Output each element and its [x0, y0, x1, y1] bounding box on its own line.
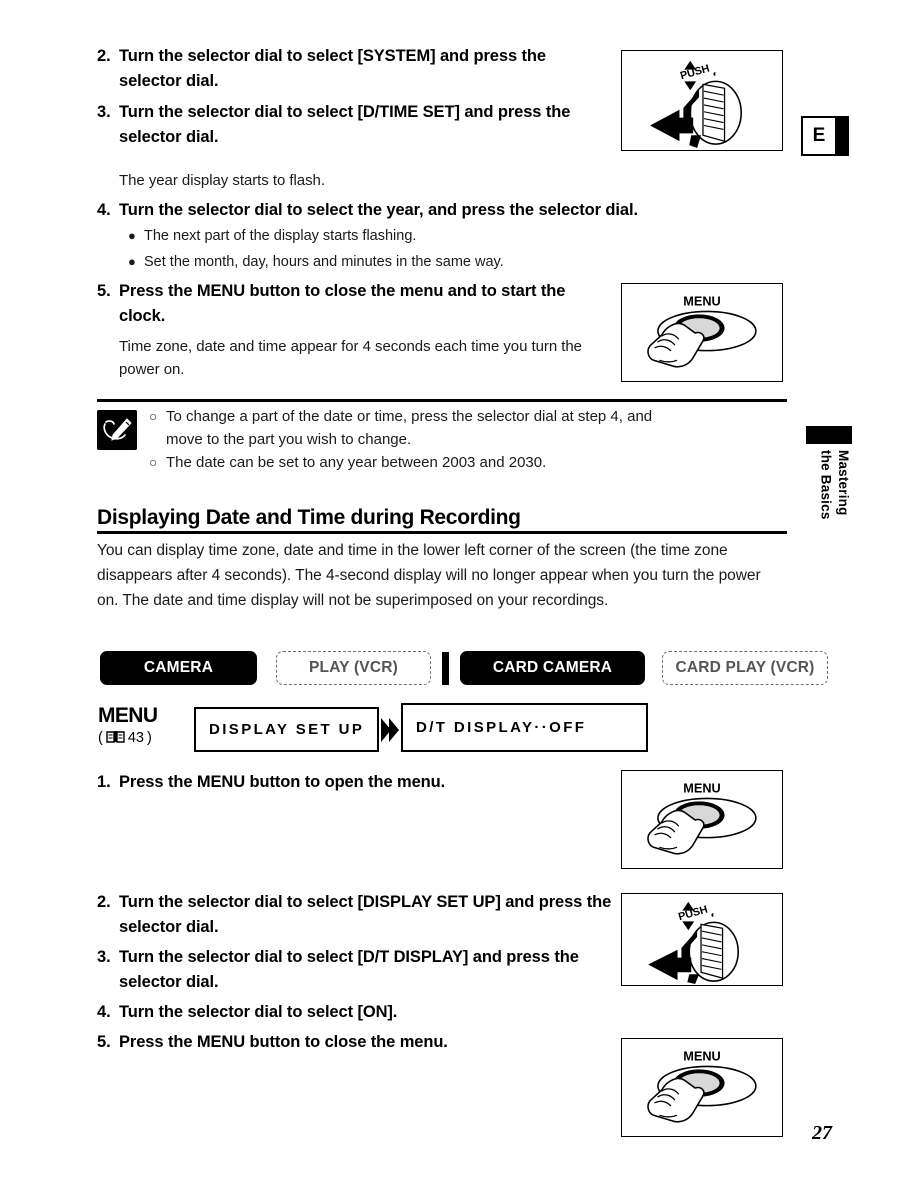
note-item-continuation: move to the part you wish to change.: [149, 429, 797, 452]
step-text: Turn the selector dial to select [DISPLA…: [119, 893, 612, 937]
step-text: Press the MENU button to open the menu.: [119, 773, 446, 791]
step-text: Turn the selector dial to select [ON].: [119, 1003, 398, 1022]
menu-path-row: MENU ( 43 ) DISPLAY SET UP D/T DISPLAY··…: [98, 703, 648, 752]
paren-close: ): [146, 730, 152, 746]
list-item: ● Set the month, day, hours and minutes …: [128, 252, 658, 274]
double-chevron-right-icon: [381, 717, 399, 742]
note-text: move to the part you wish to change.: [166, 430, 412, 448]
step-item: 3. Turn the selector dial to select [D/T…: [97, 100, 597, 150]
step-item: 3. Turn the selector dial to select [D/T…: [97, 945, 612, 995]
notes-lines: ○ To change a part of the date or time, …: [149, 406, 797, 474]
menu-word: MENU: [98, 704, 158, 727]
illustration-selector-dial: PUSH ◐: [621, 50, 783, 151]
menu-box-label: DISPLAY SET UP: [209, 721, 365, 738]
bottom-instruction-block: 2. Turn the selector dial to select [DIS…: [97, 890, 612, 1055]
mode-badge-label: CARD PLAY (VCR): [675, 659, 815, 676]
section-title: Displaying Date and Time during Recordin…: [97, 506, 521, 529]
step-text: Turn the selector dial to select [SYSTEM…: [119, 47, 546, 91]
svg-text:MENU: MENU: [683, 781, 720, 796]
notes-block: ○ To change a part of the date or time, …: [97, 406, 797, 474]
step4-bullet-list: ● The next part of the display starts fl…: [128, 226, 658, 274]
side-tab-bar: [806, 426, 852, 444]
mode-badge-card-camera: CARD CAMERA: [460, 651, 645, 685]
menu-path-arrow: [379, 707, 401, 752]
side-tab-label: Mastering the Basics: [818, 450, 851, 520]
note-item: ○ To change a part of the date or time, …: [149, 406, 797, 429]
mode-badge-label: CARD CAMERA: [492, 659, 613, 676]
mode-badge-label: PLAY (VCR): [309, 659, 398, 676]
note-text: The date can be set to any year between …: [166, 453, 547, 471]
step-number: 2.: [97, 47, 111, 65]
mode-badge-row: CAMERA PLAY (VCR) CARD CAMERA CARD PLAY …: [100, 651, 828, 685]
bullet-dot-icon: ●: [128, 228, 136, 243]
step-item: 1. Press the MENU button to open the men…: [97, 770, 617, 795]
step-number: 5.: [97, 1033, 111, 1052]
step-number: 4.: [97, 201, 111, 219]
step-item: 2. Turn the selector dial to select [DIS…: [97, 890, 612, 940]
menu-box-label: D/T DISPLAY··OFF: [416, 719, 587, 736]
top-instruction-block: 2. Turn the selector dial to select [SYS…: [97, 44, 597, 155]
page-number: 27: [812, 1122, 832, 1144]
illustration-menu-button: MENU: [621, 283, 783, 382]
menu-box-display-set-up: DISPLAY SET UP: [194, 707, 379, 752]
svg-text:◐: ◐: [713, 68, 718, 78]
language-tab-letter: E: [803, 118, 835, 154]
mode-badge-separator: [442, 651, 449, 685]
step-text: Turn the selector dial to select [D/TIME…: [119, 103, 571, 147]
svg-text:MENU: MENU: [683, 294, 720, 309]
mode-badge-label: CAMERA: [143, 659, 214, 676]
list-item-label: The next part of the display starts flas…: [144, 228, 417, 244]
bullet-dot-icon: ●: [128, 253, 136, 269]
step-number: 2.: [97, 893, 111, 911]
page-reference-number: 43: [127, 730, 144, 746]
menu-path-label: MENU ( 43 ): [98, 703, 194, 747]
illustration-menu-button-open: MENU: [621, 770, 783, 869]
open-book-icon: [106, 730, 125, 747]
circle-bullet-icon: ○: [149, 454, 158, 470]
menu-box-dt-display: D/T DISPLAY··OFF: [401, 703, 648, 752]
page-reference: ( 43 ): [98, 730, 194, 747]
section-heading: Displaying Date and Time during Recordin…: [97, 506, 787, 534]
mode-badge-camera: CAMERA: [100, 651, 257, 685]
svg-text:MENU: MENU: [683, 1049, 720, 1064]
step-text: Press the MENU button to close the menu.: [119, 1033, 448, 1052]
language-tab: E: [801, 116, 849, 156]
step-number: 3.: [97, 948, 111, 967]
circle-bullet-icon: ○: [149, 409, 158, 424]
step-number: 1.: [97, 773, 111, 791]
illustration-menu-button-close: MENU: [621, 1038, 783, 1137]
step-text: Press the MENU button to close the menu …: [119, 282, 566, 326]
paren-open: (: [98, 730, 103, 746]
svg-text:◐: ◐: [711, 909, 716, 919]
step-item: 4. Turn the selector dial to select [ON]…: [97, 1000, 612, 1025]
manual-page: 2. Turn the selector dial to select [SYS…: [0, 0, 918, 1188]
note-text: To change a part of the date or time, pr…: [166, 408, 653, 425]
note-item: ○ The date can be set to any year betwee…: [149, 452, 797, 475]
mode-badge-play-vcr: PLAY (VCR): [276, 651, 431, 685]
list-item: ● The next part of the display starts fl…: [128, 226, 658, 248]
illustration-selector-dial-bottom: PUSH ◐: [621, 893, 783, 986]
step-item: 5. Press the MENU button to close the me…: [97, 1030, 612, 1055]
step-text: Turn the selector dial to select the yea…: [119, 201, 638, 219]
mode-badge-card-play-vcr: CARD PLAY (VCR): [662, 651, 828, 685]
step-number: 5.: [97, 282, 111, 300]
step-number: 3.: [97, 103, 111, 122]
notes-divider: [97, 399, 787, 402]
step-item: 2. Turn the selector dial to select [SYS…: [97, 44, 597, 94]
section-underline: [97, 531, 787, 534]
notes-pencil-icon: [97, 410, 137, 450]
step5-result-note: Time zone, date and time appear for 4 se…: [119, 338, 582, 379]
step3-result-note: The year display starts to flash.: [119, 172, 325, 189]
list-item-label: Set the month, day, hours and minutes in…: [144, 253, 504, 270]
section-body-text: You can display time zone, date and time…: [97, 542, 761, 610]
step-text: Turn the selector dial to select [D/T DI…: [119, 948, 579, 992]
step-item: 4. Turn the selector dial to select the …: [97, 198, 787, 223]
step-number: 4.: [97, 1003, 111, 1022]
step-item: 5. Press the MENU button to close the me…: [97, 279, 577, 329]
